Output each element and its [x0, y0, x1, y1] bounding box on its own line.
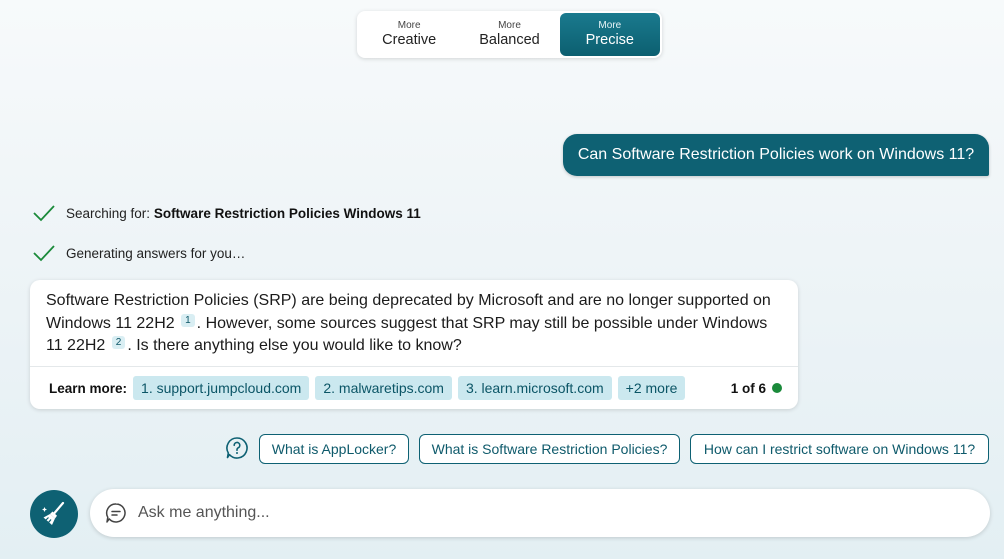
answer-part-3: . Is there anything else you would like … [127, 337, 462, 354]
status-generating: Generating answers for you… [33, 244, 245, 262]
suggestion-chip-3[interactable]: How can I restrict software on Windows 1… [690, 434, 989, 464]
source-link-2[interactable]: 2. malwaretips.com [315, 376, 452, 400]
status-dot [772, 383, 782, 393]
tone-creative-label: Creative [382, 32, 437, 48]
searching-prefix: Searching for: [66, 205, 151, 221]
tone-creative-small: More [397, 20, 421, 31]
generating-text: Generating answers for you… [66, 245, 246, 261]
chat-input-box [90, 489, 990, 537]
response-counter-text: 1 of 6 [730, 380, 766, 396]
tone-precise-small: More [598, 20, 622, 31]
searching-query: Software Restriction Policies Windows 11 [153, 205, 421, 221]
conversation-style-selector: More Creative More Balanced More Precise [357, 11, 662, 58]
source-link-1[interactable]: 1. support.jumpcloud.com [133, 376, 310, 400]
more-sources-button[interactable]: +2 more [617, 376, 686, 400]
citation-1[interactable]: 1 [181, 313, 195, 327]
source-link-3[interactable]: 3. learn.microsoft.com [457, 376, 612, 400]
learn-more-label: Learn more: [49, 380, 128, 396]
chat-input[interactable] [138, 504, 958, 522]
answer-card: Software Restriction Policies (SRP) are … [30, 280, 798, 409]
citation-2[interactable]: 2 [111, 336, 126, 349]
tone-precise-label: Precise [585, 32, 634, 48]
broom-icon [42, 501, 65, 525]
suggestion-chip-1[interactable]: What is AppLocker? [259, 434, 409, 464]
tone-creative-button[interactable]: More Creative [359, 13, 459, 56]
tone-balanced-small: More [498, 20, 521, 31]
check-icon [33, 205, 55, 222]
tone-precise-button[interactable]: More Precise [559, 13, 660, 56]
new-topic-button[interactable] [30, 490, 78, 538]
chat-bubble-icon [105, 503, 126, 523]
status-searching: Searching for: Software Restriction Poli… [33, 204, 421, 222]
response-counter: 1 of 6 [731, 376, 782, 400]
check-icon [33, 245, 55, 262]
learn-more-row: Learn more: 1. support.jumpcloud.com 2. … [49, 376, 691, 400]
answer-text: Software Restriction Policies (SRP) are … [46, 290, 786, 358]
tone-balanced-button[interactable]: More Balanced [459, 13, 559, 56]
answer-divider [30, 366, 798, 367]
user-message: Can Software Restriction Policies work o… [563, 134, 989, 176]
tone-balanced-label: Balanced [479, 32, 540, 48]
question-icon[interactable] [225, 436, 249, 460]
suggestion-chip-2[interactable]: What is Software Restriction Policies? [419, 434, 680, 464]
